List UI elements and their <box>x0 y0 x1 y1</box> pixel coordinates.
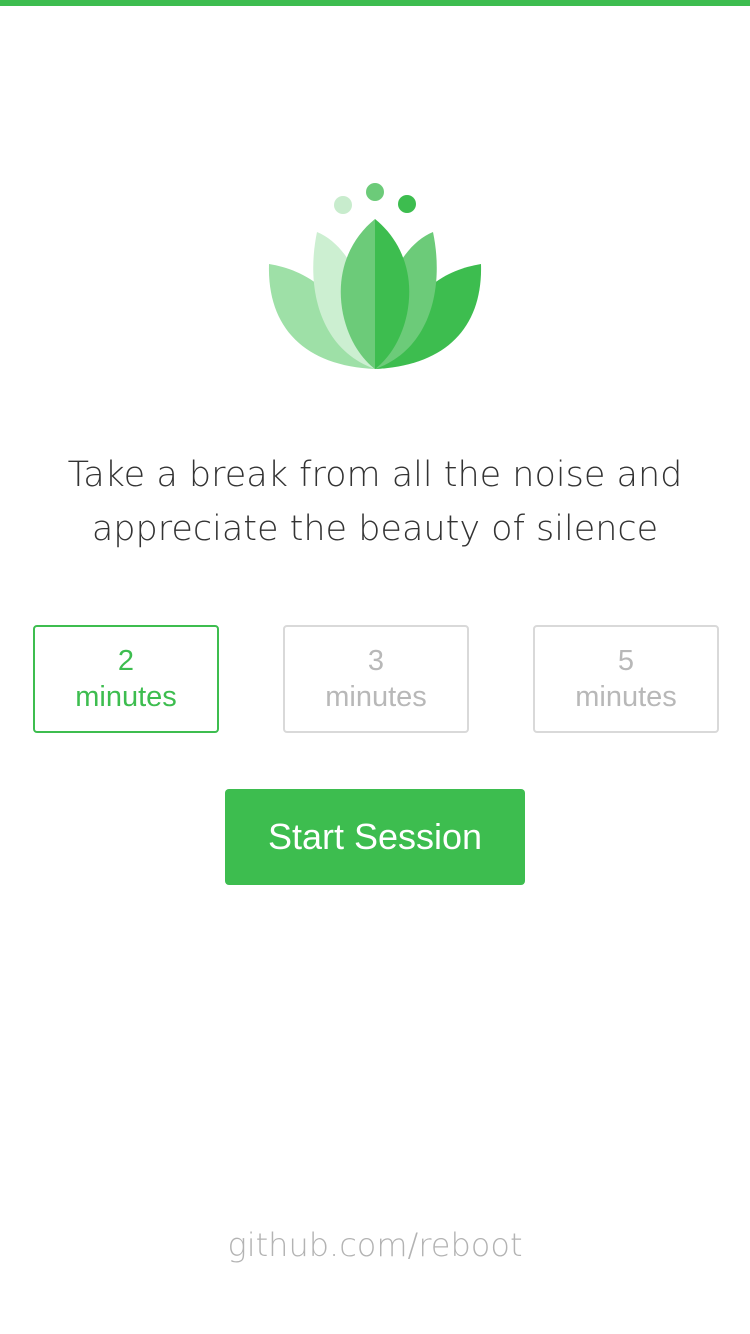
tagline-line-2: appreciate the beauty of silence <box>91 509 659 549</box>
duration-option-3-minutes[interactable]: 3 minutes <box>283 625 469 733</box>
top-accent-bar <box>0 0 750 6</box>
lotus-icon <box>268 183 482 369</box>
duration-value: 3 <box>367 645 385 677</box>
lotus-dot-left <box>334 196 352 214</box>
duration-unit: minutes <box>75 681 177 713</box>
footer-github-link[interactable]: github.com/reboot <box>0 1226 750 1264</box>
duration-unit: minutes <box>575 681 677 713</box>
duration-value: 5 <box>617 645 635 677</box>
duration-value: 2 <box>117 645 135 677</box>
tagline: Take a break from all the noise and appr… <box>40 448 710 556</box>
lotus-dot-right <box>398 195 416 213</box>
duration-unit: minutes <box>325 681 427 713</box>
start-session-button[interactable]: Start Session <box>225 789 525 885</box>
duration-option-5-minutes[interactable]: 5 minutes <box>533 625 719 733</box>
lotus-dot-center <box>366 183 384 201</box>
duration-option-2-minutes[interactable]: 2 minutes <box>33 625 219 733</box>
tagline-line-1: Take a break from all the noise and <box>67 455 683 495</box>
